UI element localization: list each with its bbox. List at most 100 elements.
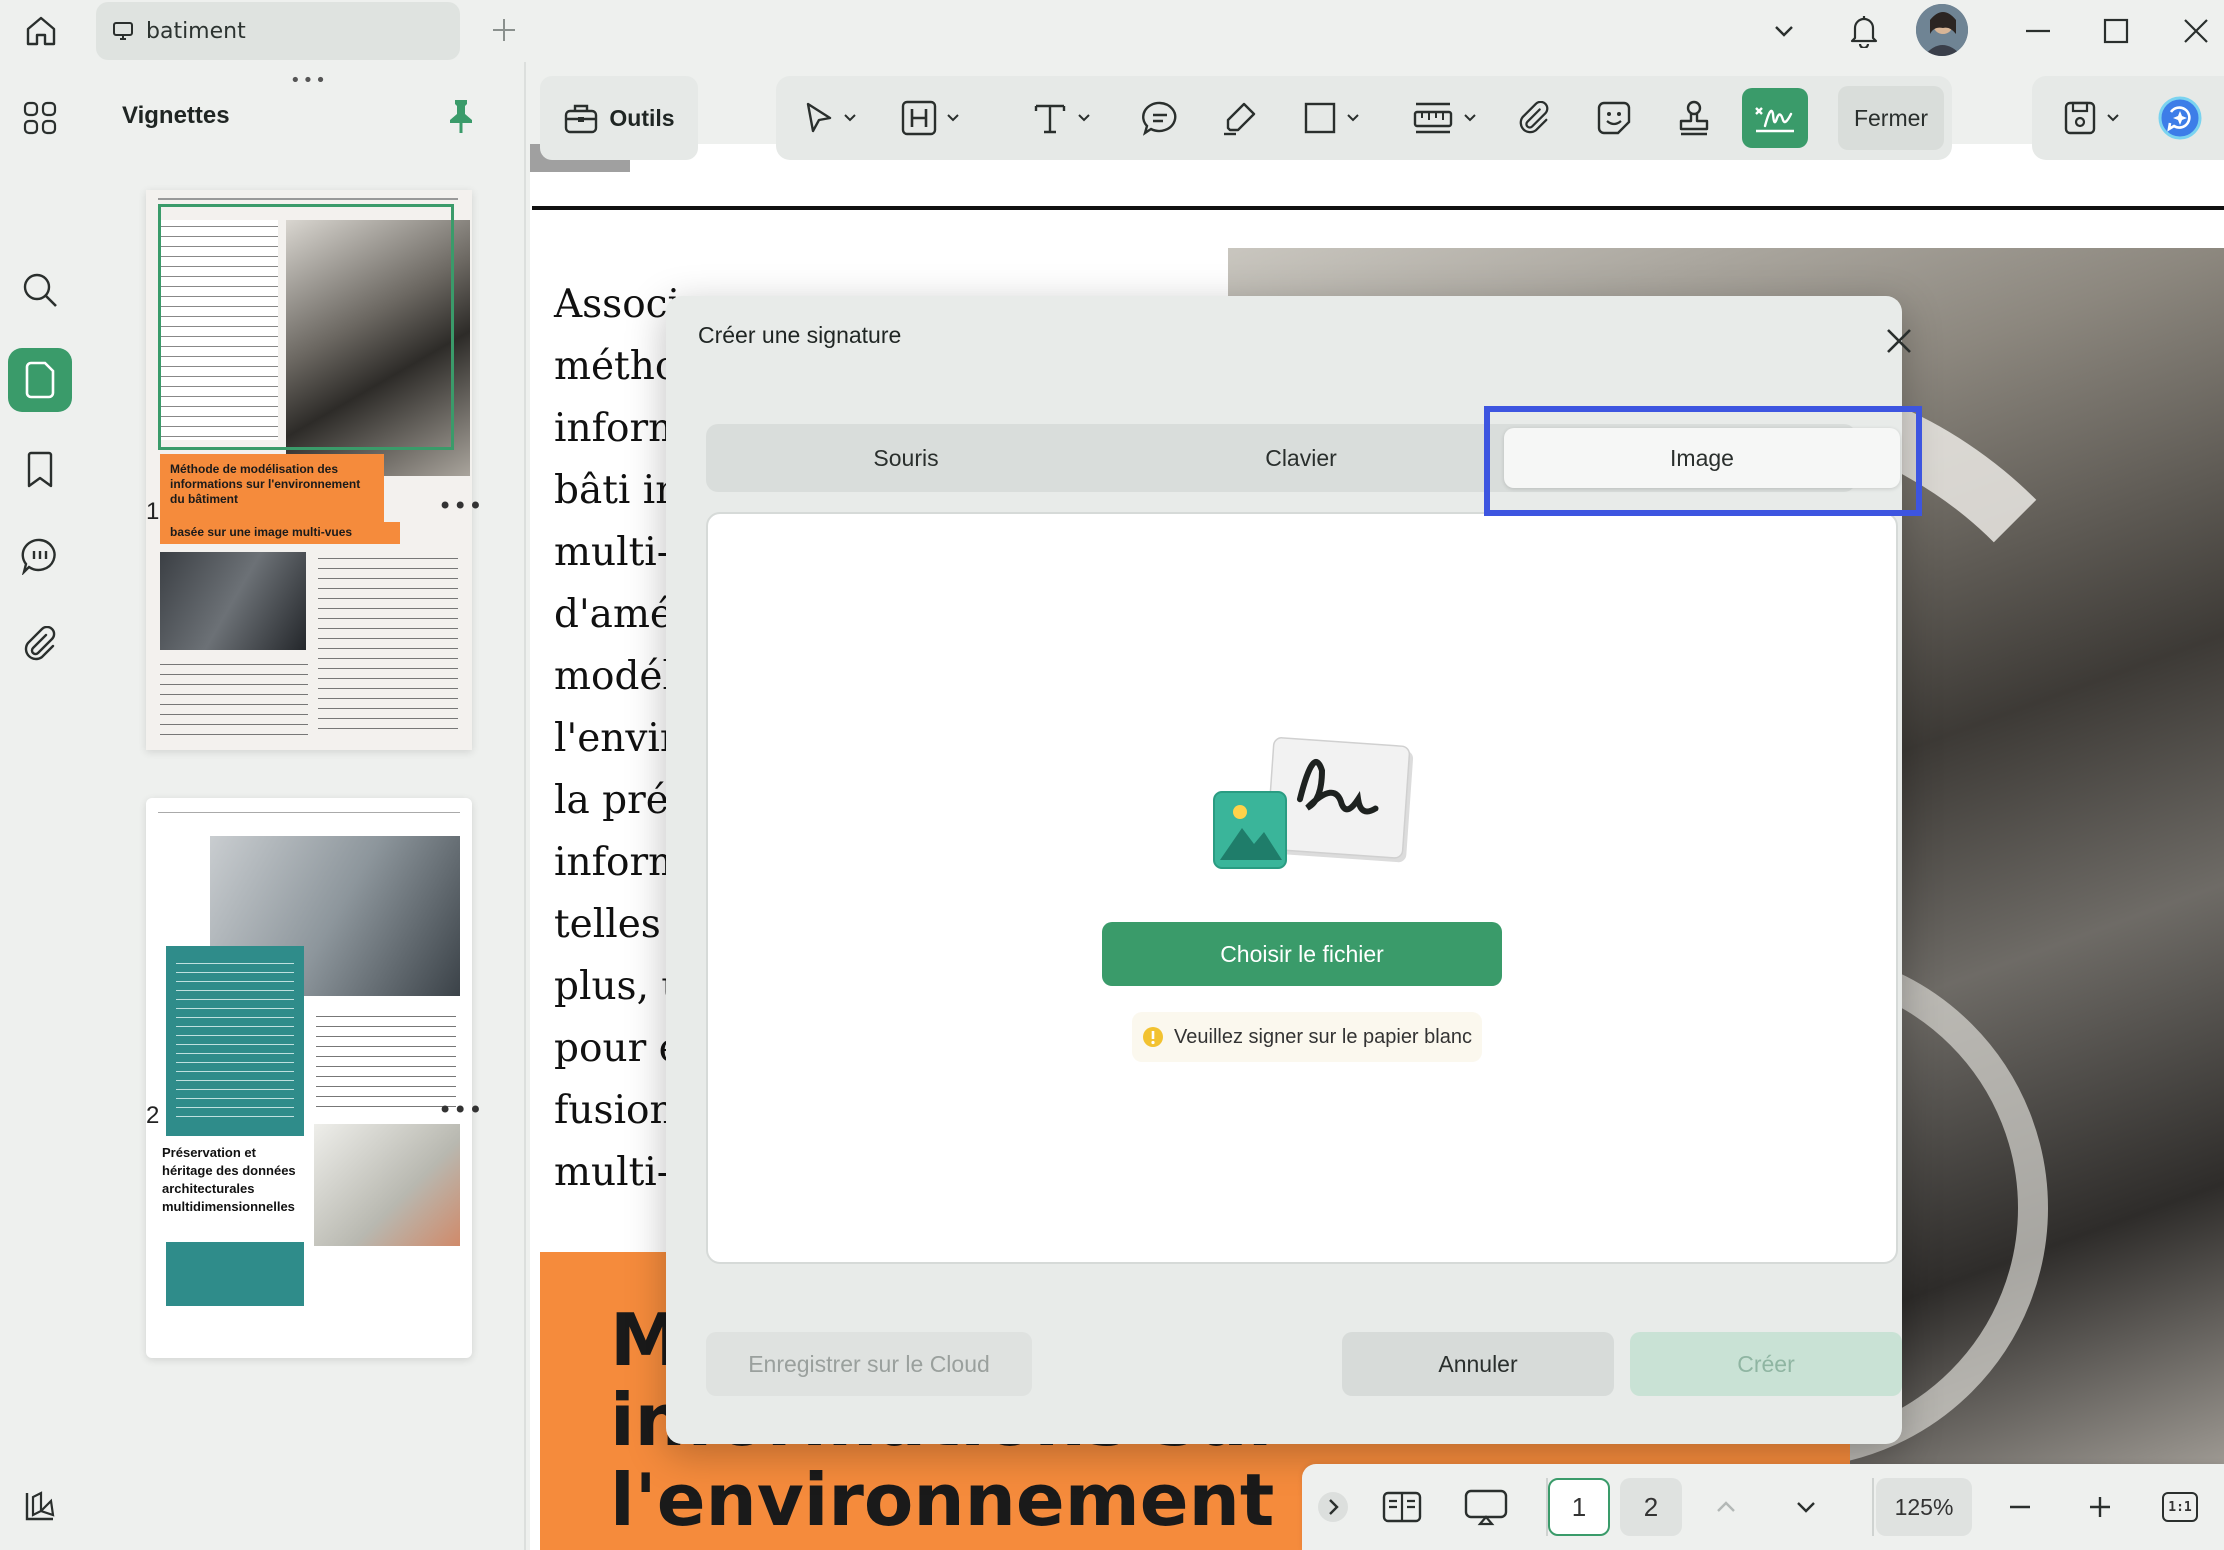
collapse-bar-button[interactable] [1316, 1478, 1350, 1536]
rail-apps-button[interactable] [8, 86, 72, 150]
page-2-button[interactable]: 2 [1620, 1478, 1682, 1536]
stamp-tool[interactable] [1666, 88, 1722, 148]
rail-library-button[interactable] [8, 1474, 72, 1538]
actual-size-icon: 1:1 [2162, 1492, 2198, 1522]
panel-resize-grip[interactable]: ••• [290, 70, 328, 91]
page-navigation-bar: 1 2 125% 1:1 [1302, 1464, 2224, 1550]
heading-icon [901, 100, 937, 136]
thumb-text-block-3 [318, 552, 458, 738]
tab-souris[interactable]: Souris [706, 424, 1106, 492]
chevron-down-icon[interactable] [945, 110, 961, 126]
signature-icon [1755, 107, 1794, 133]
chevron-right-icon [1318, 1492, 1348, 1522]
close-tools-button[interactable]: Fermer [1838, 86, 1944, 150]
attachment-tool[interactable] [1506, 88, 1562, 148]
ruler-icon [1413, 102, 1453, 134]
create-button[interactable]: Créer [1630, 1332, 1902, 1396]
pin-panel-button[interactable] [446, 98, 476, 134]
zoom-out-button[interactable] [1992, 1478, 2048, 1536]
comment-icon [21, 538, 56, 575]
left-rail [0, 62, 80, 1550]
chevron-down-icon[interactable] [1345, 110, 1361, 126]
home-button[interactable] [18, 8, 64, 54]
highlighter-tool[interactable] [1212, 88, 1268, 148]
select-tool[interactable] [796, 88, 866, 148]
document-header-rule [532, 206, 2224, 210]
document-tab-title: batiment [146, 18, 246, 44]
actual-size-button[interactable]: 1:1 [2152, 1478, 2208, 1536]
paperclip-icon [24, 626, 56, 661]
close-icon [1887, 329, 1911, 353]
previous-page-button[interactable] [1698, 1478, 1754, 1536]
text-tool[interactable] [1022, 88, 1102, 148]
highlighter-icon [1224, 102, 1256, 136]
document-tab[interactable]: batiment [96, 2, 460, 60]
chevron-down-icon[interactable] [2105, 110, 2121, 126]
heading-tool[interactable] [894, 88, 968, 148]
presentation-icon [1464, 1489, 1508, 1526]
rail-comments-button[interactable] [8, 524, 72, 588]
maximize-button[interactable] [2090, 6, 2142, 56]
ai-assistant-button[interactable] [2152, 88, 2208, 148]
page-view-button[interactable] [1374, 1478, 1430, 1536]
zoom-level[interactable]: 125% [1876, 1478, 1972, 1536]
thumb-person-photo [160, 552, 306, 650]
thumb-header-rule [158, 812, 460, 813]
zoom-in-button[interactable] [2072, 1478, 2128, 1536]
tab-clavier[interactable]: Clavier [1106, 424, 1496, 492]
thumb-visible-area [158, 204, 454, 450]
signature-tool[interactable] [1742, 88, 1808, 148]
minus-icon [2010, 1505, 2030, 1509]
new-tab-button[interactable] [484, 10, 524, 50]
rail-search-button[interactable] [8, 258, 72, 322]
sticker-tool[interactable] [1586, 88, 1642, 148]
page-icon [25, 361, 55, 399]
maximize-icon [2103, 18, 2129, 44]
close-window-button[interactable] [2170, 6, 2222, 56]
next-page-button[interactable] [1778, 1478, 1834, 1536]
page-thumbnail-1[interactable]: Méthode de modélisation des informations… [146, 190, 472, 750]
minimize-button[interactable] [2012, 6, 2064, 56]
annotation-toolbar: Fermer [776, 76, 1952, 160]
grid-icon [23, 101, 57, 135]
chevron-down-icon[interactable] [1462, 110, 1478, 126]
home-icon [26, 16, 56, 46]
bookmark-icon [27, 451, 53, 488]
paperclip-icon [1519, 101, 1549, 134]
tools-label: Outils [609, 104, 675, 131]
thumb-teal-text [176, 958, 294, 1124]
user-avatar[interactable] [1916, 4, 1968, 56]
rail-attachments-button[interactable] [8, 612, 72, 676]
rail-thumbnails-button[interactable] [8, 348, 72, 412]
signature-drop-area[interactable]: Choisir le fichier Veuillez signer sur l… [706, 512, 1898, 1264]
page-thumbnail-2[interactable]: Préservation et héritage des données arc… [146, 798, 472, 1358]
page-1-more-button[interactable]: ••• [438, 492, 483, 520]
thumb-teal-box-2 [166, 1242, 304, 1306]
measure-tool[interactable] [1402, 88, 1488, 148]
thumb-text-block-4 [316, 1010, 456, 1110]
cancel-button[interactable]: Annuler [1342, 1332, 1614, 1396]
chevron-down-icon[interactable] [1076, 110, 1092, 126]
presentation-button[interactable] [1456, 1478, 1516, 1536]
thumbnails-title: Vignettes [122, 102, 230, 129]
shape-tool[interactable] [1292, 88, 1372, 148]
current-page-input[interactable]: 1 [1548, 1478, 1610, 1536]
library-icon [25, 1491, 55, 1521]
notifications-button[interactable] [1838, 6, 1890, 56]
comment-tool[interactable] [1132, 88, 1188, 148]
page-2-more-button[interactable]: ••• [438, 1096, 483, 1124]
choose-file-button[interactable]: Choisir le fichier [1102, 922, 1502, 986]
thumb-section-title: Préservation et héritage des données arc… [162, 1145, 296, 1214]
save-menu-button[interactable] [2052, 88, 2132, 148]
chevron-up-icon [1717, 1501, 1735, 1512]
tab-image[interactable]: Image [1504, 428, 1900, 488]
dialog-close-button[interactable] [1884, 326, 1914, 356]
rail-bookmarks-button[interactable] [8, 438, 72, 502]
book-view-icon [1382, 1491, 1422, 1523]
chevron-down-icon[interactable] [842, 110, 858, 126]
comment-bubble-icon [1142, 101, 1177, 136]
bell-icon [1850, 16, 1878, 48]
tools-button[interactable]: Outils [540, 76, 698, 160]
save-to-cloud-button[interactable]: Enregistrer sur le Cloud [706, 1332, 1032, 1396]
tabs-dropdown-button[interactable] [1758, 6, 1810, 56]
